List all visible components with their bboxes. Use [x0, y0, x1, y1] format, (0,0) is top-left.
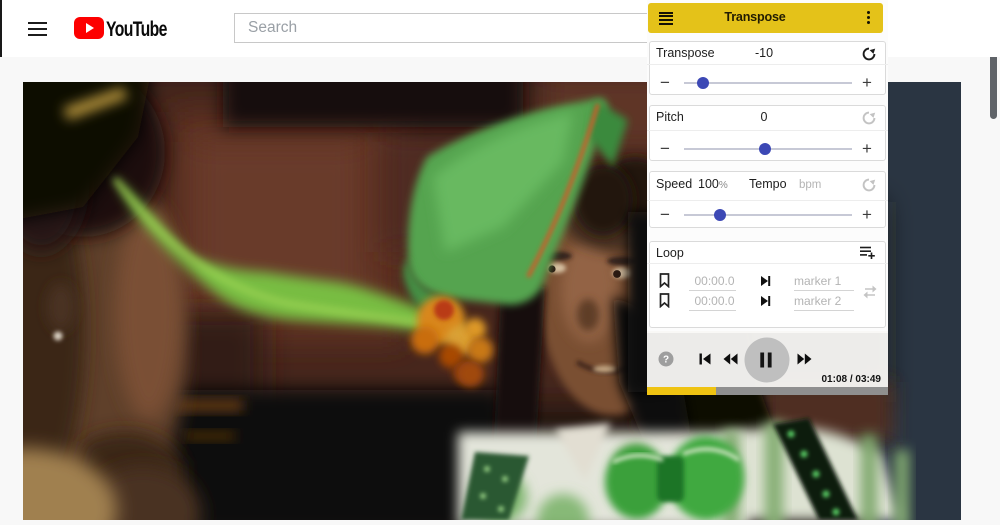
svg-text:?: ?: [663, 355, 669, 366]
